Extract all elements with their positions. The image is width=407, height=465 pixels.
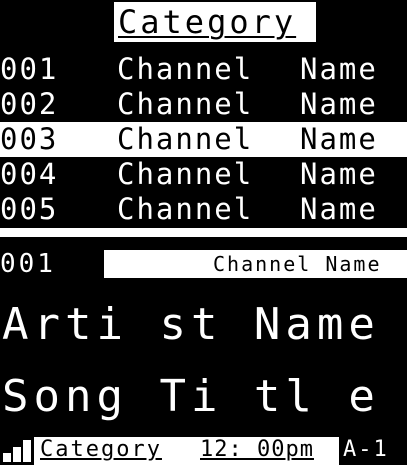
channel-number: 002 <box>0 87 59 121</box>
channel-row-002[interactable]: 002 Channel Name <box>0 87 407 122</box>
channel-name: Name <box>300 122 378 156</box>
current-channel-name: Channel Name <box>213 252 382 276</box>
channel-row-005[interactable]: 005 Channel Name <box>0 192 407 227</box>
channel-name: Name <box>300 157 378 191</box>
channel-label: Channel <box>117 122 254 156</box>
channel-label: Channel <box>117 52 254 86</box>
status-bar: Category 12: 00pm A-1 <box>0 432 407 465</box>
channel-name: Name <box>300 52 378 86</box>
channel-name: Name <box>300 87 378 121</box>
channel-list-panel: Category 001 Channel Name 002 Channel Na… <box>0 0 407 228</box>
channel-name: Name <box>300 192 378 226</box>
current-channel-number: 001 <box>0 249 56 279</box>
channel-number: 003 <box>0 122 59 156</box>
song-title: Song Ti tl e <box>2 371 380 422</box>
channel-number: 001 <box>0 52 59 86</box>
channel-number: 004 <box>0 157 59 191</box>
signal-strength-icon <box>3 440 33 462</box>
channel-number: 005 <box>0 192 59 226</box>
category-title[interactable]: Category <box>114 2 316 42</box>
channel-row-001[interactable]: 001 Channel Name <box>0 52 407 87</box>
status-category: Category <box>40 437 162 462</box>
channel-label: Channel <box>117 87 254 121</box>
now-playing-panel: 001 Channel Name Arti st Name Song Ti tl… <box>0 237 407 465</box>
preset-label: A-1 <box>343 437 389 462</box>
channel-label: Channel <box>117 192 254 226</box>
channel-row-003-selected[interactable]: 003 Channel Name <box>0 122 407 157</box>
channel-row-004[interactable]: 004 Channel Name <box>0 157 407 192</box>
channel-label: Channel <box>117 157 254 191</box>
status-time: 12: 00pm <box>200 437 314 462</box>
artist-name: Arti st Name <box>2 299 380 350</box>
